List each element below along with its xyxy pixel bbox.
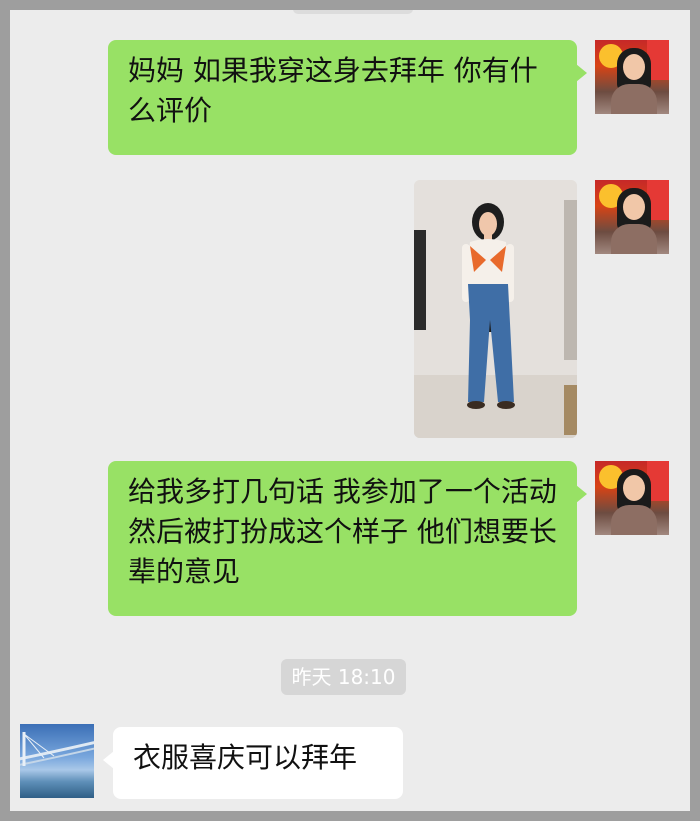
bridge-icon: [20, 732, 94, 766]
message-bubble-reply[interactable]: 衣服喜庆可以拜年: [103, 727, 403, 799]
chat-area: 妈妈 如果我穿这身去拜年 你有什么评价 给我多打几句话 我参加了一个活动 然后被…: [10, 10, 690, 811]
my-avatar[interactable]: [595, 40, 669, 114]
outfit-photo-image: [414, 180, 577, 438]
outfit-photo-message[interactable]: [414, 180, 577, 438]
my-avatar[interactable]: [595, 180, 669, 254]
message-timestamp: 昨天 18:10: [281, 659, 406, 695]
previous-timestamp-stub: [293, 10, 413, 14]
message-bubble-3[interactable]: 给我多打几句话 我参加了一个活动 然后被打扮成这个样子 他们想要长辈的意见: [108, 461, 587, 616]
contact-avatar[interactable]: [20, 724, 94, 798]
message-bubble-1[interactable]: 妈妈 如果我穿这身去拜年 你有什么评价: [108, 40, 587, 155]
my-avatar[interactable]: [595, 461, 669, 535]
